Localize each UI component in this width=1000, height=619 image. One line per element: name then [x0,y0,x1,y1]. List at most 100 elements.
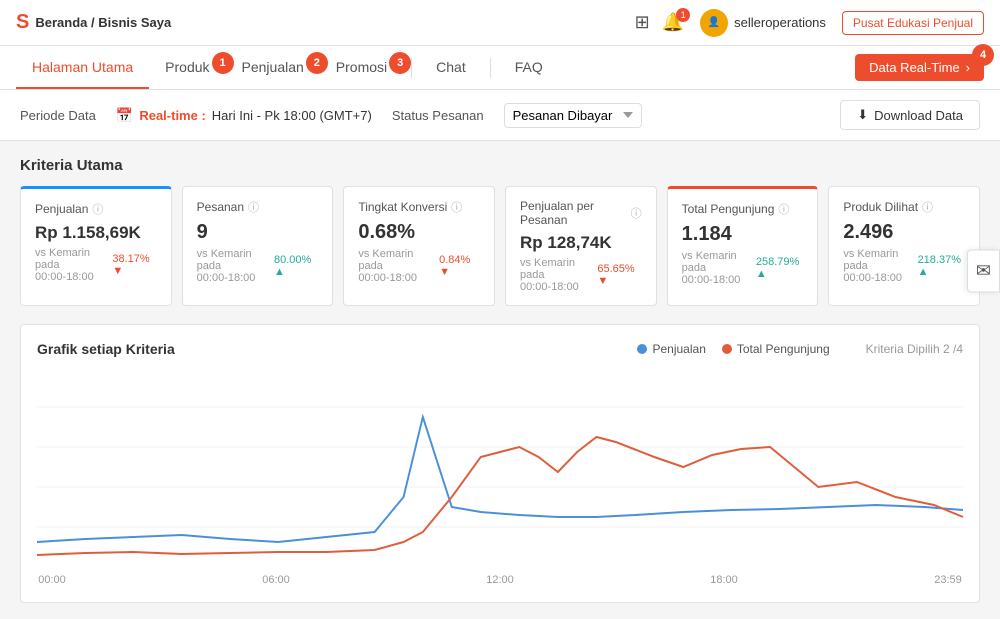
filter-bar: Periode Data 📅 Real-time : Hari Ini - Pk… [0,90,1000,141]
step-badge-4: 4 [972,44,994,66]
nav-divider-2 [490,58,491,78]
avatar: 👤 [700,9,728,37]
tab-halaman-utama-label: Halaman Utama [32,59,133,75]
breadcrumb: Beranda / Bisnis Saya [35,15,171,30]
navigation: Halaman Utama Produk 1 Penjualan 2 Promo… [0,46,1000,90]
kpi-title-pengunjung: Total Pengunjung ⓘ [682,201,804,217]
kpi-grid: Penjualan ⓘ Rp 1.158,69K vs Kemarin pada… [20,186,980,306]
periode-label: Periode Data [20,108,96,123]
header-icons: ⊞ 🔔 1 [635,12,685,33]
header-user: 👤 selleroperations [700,9,826,37]
breadcrumb-sep: / [91,15,95,30]
kpi-value-pesanan: 9 [197,221,319,244]
kpi-compare-konversi: vs Kemarin pada00:00-18:00 0.84% ▼ [358,248,480,284]
username: selleroperations [734,15,826,30]
x-label-6: 06:00 [261,574,291,586]
header-right: ⊞ 🔔 1 👤 selleroperations Pusat Edukasi P… [635,9,984,37]
penjualan-line [37,417,963,542]
info-icon-produk-dilihat[interactable]: ⓘ [922,199,933,215]
realtime-button-label: Data Real-Time [869,60,960,75]
kpi-value-produk-dilihat: 2.496 [843,221,965,244]
nav-divider [411,58,412,78]
breadcrumb-current: Bisnis Saya [98,15,171,30]
x-label-23: 23:59 [933,574,963,586]
legend-label-pengunjung: Total Pengunjung [737,342,830,356]
bell-icon[interactable]: 🔔 1 [662,12,684,33]
tab-halaman-utama[interactable]: Halaman Utama [16,46,149,89]
info-icon-pengunjung[interactable]: ⓘ [778,201,789,217]
info-icon-penjualan[interactable]: ⓘ [92,201,103,217]
kpi-card-penjualan-per-pesanan[interactable]: Penjualan per Pesanan ⓘ Rp 128,74K vs Ke… [505,186,657,306]
legend-penjualan: Penjualan [637,342,705,356]
kpi-title-konversi: Tingkat Konversi ⓘ [358,199,480,215]
kpi-value-konversi: 0.68% [358,221,480,244]
chart-header: Grafik setiap Kriteria Penjualan Total P… [37,341,963,357]
pengunjung-line [37,437,963,555]
period-selector[interactable]: 📅 Real-time : Hari Ini - Pk 18:00 (GMT+7… [116,107,372,124]
chart-legend: Penjualan Total Pengunjung Kriteria Dipi… [637,342,963,356]
grid-icon[interactable]: ⊞ [635,12,650,33]
x-axis-labels: 00:00 06:00 12:00 18:00 23:59 [37,570,963,586]
kpi-value-pengunjung: 1.184 [682,223,804,246]
realtime-tag: Real-time : [139,108,205,123]
tab-chat-label: Chat [436,59,466,75]
header-logo: S [16,11,29,34]
tab-faq[interactable]: FAQ [499,46,559,89]
info-icon-konversi[interactable]: ⓘ [451,199,462,215]
kpi-card-produk-dilihat[interactable]: Produk Dilihat ⓘ 2.496 vs Kemarin pada00… [828,186,980,306]
pusat-edukasi-button[interactable]: Pusat Edukasi Penjual [842,11,984,35]
line-chart [37,367,963,567]
legend-dot-pengunjung [722,344,732,354]
legend-pengunjung: Total Pengunjung [722,342,830,356]
tab-penjualan[interactable]: Penjualan 2 [226,46,320,89]
tab-faq-label: FAQ [515,59,543,75]
kpi-card-pesanan[interactable]: Pesanan ⓘ 9 vs Kemarin pada00:00-18:00 8… [182,186,334,306]
main-content: Kriteria Utama Penjualan ⓘ Rp 1.158,69K … [0,141,1000,619]
kpi-compare-pengunjung: vs Kemarin pada00:00-18:00 258.79% ▲ [682,250,804,286]
kpi-title-produk-dilihat: Produk Dilihat ⓘ [843,199,965,215]
legend-label-penjualan: Penjualan [652,342,705,356]
tab-promosi[interactable]: Promosi 3 [320,46,403,89]
realtime-button[interactable]: Data Real-Time › [855,54,984,81]
tab-produk-label: Produk [165,59,209,75]
kpi-compare-produk-dilihat: vs Kemarin pada00:00-18:00 218.37% ▲ [843,248,965,284]
status-label: Status Pesanan [392,108,484,123]
status-select[interactable]: Pesanan Dibayar Semua Pesanan [504,103,642,128]
kpi-card-penjualan[interactable]: Penjualan ⓘ Rp 1.158,69K vs Kemarin pada… [20,186,172,306]
x-label-18: 18:00 [709,574,739,586]
tab-chat[interactable]: Chat [420,46,482,89]
chart-section: Grafik setiap Kriteria Penjualan Total P… [20,324,980,603]
right-panel[interactable]: ✉ [967,250,1000,293]
chevron-right-icon: › [966,60,970,75]
download-icon: ⬇ [857,107,868,123]
notification-badge: 1 [676,8,690,22]
x-label-12: 12:00 [485,574,515,586]
kriteria-title: Kriteria Utama [20,157,980,174]
kpi-card-pengunjung[interactable]: Total Pengunjung ⓘ 1.184 vs Kemarin pada… [667,186,819,306]
info-icon-ppp[interactable]: ⓘ [631,205,642,221]
tab-penjualan-label: Penjualan [242,59,304,75]
tab-produk[interactable]: Produk 1 [149,46,225,89]
step-badge-2: 2 [306,52,328,74]
kpi-title-penjualan: Penjualan ⓘ [35,201,157,217]
kpi-card-konversi[interactable]: Tingkat Konversi ⓘ 0.68% vs Kemarin pada… [343,186,495,306]
kpi-title-pesanan: Pesanan ⓘ [197,199,319,215]
kpi-compare-ppp: vs Kemarin pada00:00-18:00 65.65% ▼ [520,257,642,293]
kpi-value-penjualan: Rp 1.158,69K [35,223,157,243]
info-icon-pesanan[interactable]: ⓘ [248,199,259,215]
step-badge-1: 1 [212,52,234,74]
criteria-info: Kriteria Dipilih 2 /4 [866,342,963,356]
nav-right: Data Real-Time › 4 [855,54,984,81]
kpi-title-penjualan-per-pesanan: Penjualan per Pesanan ⓘ [520,199,642,227]
breadcrumb-home[interactable]: Beranda [35,15,87,30]
x-label-0: 00:00 [37,574,67,586]
chart-container: 00:00 06:00 12:00 18:00 23:59 [37,367,963,586]
kpi-compare-penjualan: vs Kemarin pada00:00-18:00 38.17% ▼ [35,247,157,283]
legend-dot-penjualan [637,344,647,354]
header: S Beranda / Bisnis Saya ⊞ 🔔 1 👤 sellerop… [0,0,1000,46]
download-button[interactable]: ⬇ Download Data [840,100,980,130]
kpi-compare-pesanan: vs Kemarin pada00:00-18:00 80.00% ▲ [197,248,319,284]
kpi-value-penjualan-per-pesanan: Rp 128,74K [520,233,642,253]
nav-tabs: Halaman Utama Produk 1 Penjualan 2 Promo… [16,46,559,89]
period-text: Hari Ini - Pk 18:00 (GMT+7) [212,108,372,123]
